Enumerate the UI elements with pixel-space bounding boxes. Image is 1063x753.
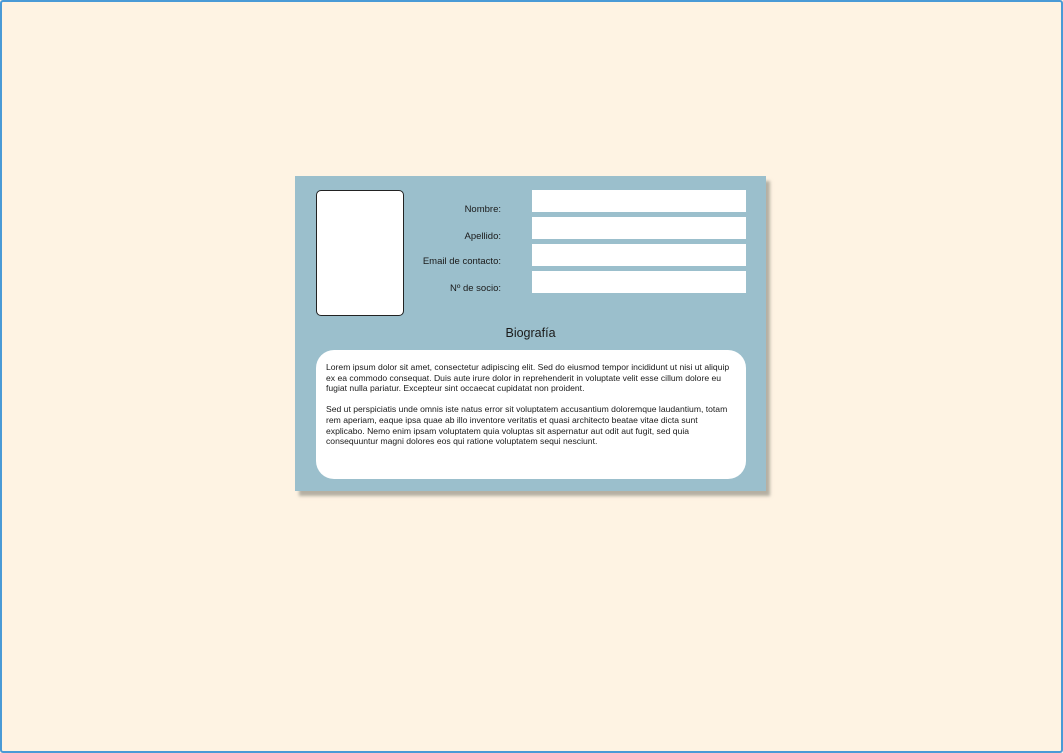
surname-input[interactable] <box>532 217 746 239</box>
bio-paragraph: Sed ut perspiciatis unde omnis iste natu… <box>326 404 728 447</box>
name-input[interactable] <box>532 190 746 212</box>
profile-card: Nombre: Apellido: Email de contacto: Nº … <box>295 176 766 491</box>
email-label: Email de contacto: <box>422 256 501 267</box>
member-number-label: Nº de socio: <box>450 283 501 294</box>
photo-placeholder[interactable] <box>316 190 404 316</box>
bio-paragraph: Lorem ipsum dolor sit amet, consectetur … <box>326 362 730 394</box>
bio-textbox[interactable]: Lorem ipsum dolor sit amet, consectetur … <box>316 350 746 479</box>
name-label: Nombre: <box>464 204 501 215</box>
member-number-input[interactable] <box>532 271 746 293</box>
email-input[interactable] <box>532 244 746 266</box>
bio-title: Biografía <box>505 326 556 340</box>
surname-label: Apellido: <box>464 231 501 242</box>
